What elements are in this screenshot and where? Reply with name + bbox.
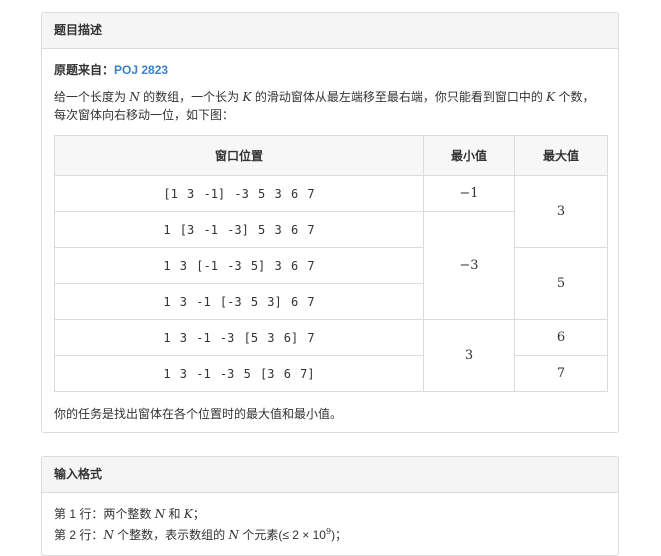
problem-statement: 给一个长度为 N 的数组，一个长为 K 的滑动窗体从最左端移至最右端，你只能看到… <box>54 88 606 124</box>
math-N: N <box>154 507 166 521</box>
table-row: 1 3 -1 -3 5 [3 6 7] 7 <box>54 355 608 392</box>
problem-source: 原题来自：POJ 2823 <box>54 62 606 78</box>
input-text: 和 <box>165 507 184 521</box>
problem-description-heading: 题目描述 <box>42 13 618 49</box>
input-format-heading: 输入格式 <box>42 457 618 493</box>
window-cell: 1 3 -1 [-3 5 3] 6 7 <box>54 283 424 320</box>
table-row: 1 3 [-1 -3 5] 3 6 7 5 <box>54 247 608 320</box>
source-link[interactable]: POJ 2823 <box>114 63 168 77</box>
input-line-1: 第 1 行：两个整数 N 和 K； <box>54 505 606 523</box>
sliding-window-table: 窗口位置 最小值 最大值 [1 3 -1] -3 5 3 6 7 −1 3 1 … <box>54 135 608 392</box>
input-format-body: 第 1 行：两个整数 N 和 K； 第 2 行：N 个整数，表示数组的 N 个元… <box>42 505 618 544</box>
max-cell: 5 <box>514 247 608 320</box>
source-label: 原题来自： <box>54 63 115 77</box>
window-cell: 1 [3 -1 -3] 5 3 6 7 <box>54 211 424 248</box>
min-cell: −1 <box>423 175 515 212</box>
input-text: 第 2 行： <box>54 528 104 542</box>
task-statement: 你的任务是找出窗体在各个位置时的最大值和最小值。 <box>54 407 343 421</box>
input-format-panel: 输入格式 第 1 行：两个整数 N 和 K； 第 2 行：N 个整数，表示数组的… <box>41 456 619 556</box>
max-cell: 6 <box>514 319 608 356</box>
table-row: 1 3 -1 -3 [5 3 6] 7 3 6 <box>54 319 608 392</box>
input-text: 个整数，表示数组的 <box>113 528 229 542</box>
window-cell: [1 3 -1] -3 5 3 6 7 <box>54 175 424 212</box>
math-N: N <box>129 90 140 104</box>
min-cell: −3 <box>423 211 515 320</box>
min-cell: 3 <box>423 319 515 392</box>
max-cell: 3 <box>514 175 608 248</box>
math-K: K <box>546 90 556 104</box>
window-cell: 1 3 [-1 -3 5] 3 6 7 <box>54 247 424 284</box>
problem-description-panel: 题目描述 原题来自：POJ 2823 给一个长度为 N 的数组，一个长为 K 的… <box>41 12 619 433</box>
problem-description-body: 原题来自：POJ 2823 给一个长度为 N 的数组，一个长为 K 的滑动窗体从… <box>42 62 618 124</box>
math-N: N <box>103 528 114 542</box>
input-text: 个元素(≤ 2 × 10 <box>239 528 326 542</box>
statement-text: 的数组，一个长为 <box>139 90 243 104</box>
input-text: )； <box>331 528 348 542</box>
header-max-value: 最大值 <box>514 135 608 176</box>
input-format-text: 第 1 行：两个整数 N 和 K； 第 2 行：N 个整数，表示数组的 N 个元… <box>54 505 606 544</box>
table-row: [1 3 -1] -3 5 3 6 7 −1 3 <box>54 175 608 248</box>
math-K: K <box>183 507 193 521</box>
statement-text: 的滑动窗体从最左端移至最右端，你只能看到窗口中的 <box>251 90 547 104</box>
input-text: ； <box>192 507 205 521</box>
input-line-2: 第 2 行：N 个整数，表示数组的 N 个元素(≤ 2 × 109)； <box>54 523 606 544</box>
header-min-value: 最小值 <box>423 135 515 176</box>
math-N: N <box>228 528 240 542</box>
header-window-position: 窗口位置 <box>54 135 424 176</box>
input-text: 第 1 行：两个整数 <box>54 507 155 521</box>
statement-text: 给一个长度为 <box>54 90 130 104</box>
max-cell: 7 <box>514 355 608 392</box>
window-cell: 1 3 -1 -3 5 [3 6 7] <box>54 355 424 392</box>
table-header-row: 窗口位置 最小值 最大值 <box>54 135 608 176</box>
window-cell: 1 3 -1 -3 [5 3 6] 7 <box>54 319 424 356</box>
